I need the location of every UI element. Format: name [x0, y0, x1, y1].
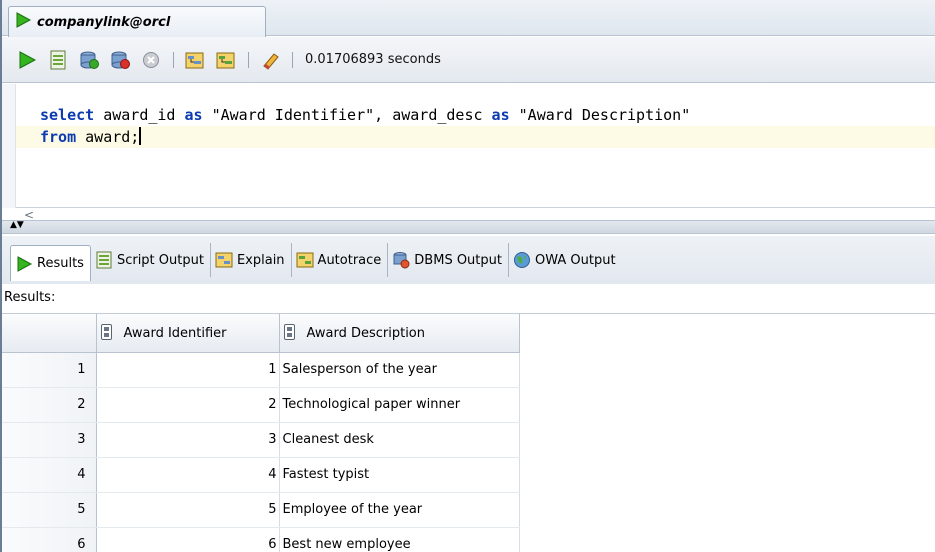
worksheet-toolbar: 0.01706893 seconds: [2, 37, 935, 83]
code-text: award;: [76, 128, 140, 146]
award-id-cell[interactable]: 4: [96, 457, 280, 493]
code-text: "Award Description": [509, 106, 691, 124]
code-line-1: select award_id as "Award Identifier", a…: [16, 104, 935, 126]
run-statement-button[interactable]: [16, 49, 38, 71]
worksheet-tab-label: companylink@orcl: [37, 14, 171, 30]
tab-explain[interactable]: Explain: [211, 243, 292, 277]
table-row[interactable]: 2 2 Technological paper winner: [2, 387, 520, 423]
play-icon: [19, 50, 37, 69]
editor-gutter: [2, 84, 16, 208]
code-text: "Award Identifier", award_desc: [202, 106, 492, 124]
explain-plan-button[interactable]: [184, 49, 206, 71]
code-line-2: from award;: [16, 126, 935, 148]
award-id-cell[interactable]: 5: [96, 492, 280, 528]
table-row[interactable]: 6 6 Best new employee: [2, 527, 520, 552]
tab-label: Script Output: [116, 252, 204, 268]
sql-worksheet-window: companylink@orcl 0.01706893 seconds sele…: [0, 0, 935, 552]
autotrace-button[interactable]: [215, 49, 237, 71]
keyword: from: [40, 128, 77, 146]
code-text: award_id: [94, 106, 185, 124]
script-icon: [95, 251, 113, 269]
clear-button[interactable]: [259, 49, 281, 71]
tab-dbms-output[interactable]: DBMS Output: [388, 243, 509, 277]
toolbar-separator: [173, 51, 174, 68]
tab-autotrace[interactable]: Autotrace: [292, 243, 389, 277]
text-caret: [139, 127, 142, 145]
row-number: 6: [2, 527, 97, 552]
sql-editor[interactable]: select award_id as "Award Identifier", a…: [2, 84, 935, 208]
worksheet-tab[interactable]: companylink@orcl: [8, 6, 266, 37]
column-header-label: Award Description: [306, 326, 426, 342]
result-tabs: Results Script Output Explain Autotrace …: [2, 236, 935, 284]
pane-splitter[interactable]: ▲▼: [2, 220, 935, 234]
cancel-button[interactable]: [140, 49, 162, 71]
eraser-icon: [263, 52, 279, 70]
splitter-arrows-icon[interactable]: ▲▼: [10, 221, 24, 230]
keyword: select: [40, 106, 95, 124]
tab-script-output[interactable]: Script Output: [91, 243, 211, 277]
award-desc-cell[interactable]: Fastest typist: [279, 457, 520, 493]
results-grid[interactable]: Award Identifier Award Description 1 1 S…: [2, 313, 935, 552]
rollback-icon: [111, 51, 130, 69]
table-row[interactable]: 3 3 Cleanest desk: [2, 422, 520, 458]
cancel-icon: [143, 51, 159, 68]
script-icon: [50, 50, 66, 69]
award-desc-cell[interactable]: Technological paper winner: [279, 387, 520, 423]
editor-tab-strip: companylink@orcl: [2, 0, 935, 37]
award-id-cell[interactable]: 2: [96, 387, 280, 423]
column-header-label: Award Identifier: [123, 326, 227, 342]
row-number: 5: [2, 492, 97, 528]
toolbar-separator: [248, 51, 249, 68]
explain-plan-icon: [215, 251, 233, 269]
commit-icon: [80, 51, 99, 69]
row-number-header: [2, 314, 97, 353]
table-row[interactable]: 4 4 Fastest typist: [2, 457, 520, 493]
rollback-button[interactable]: [109, 49, 131, 71]
row-number: 3: [2, 422, 97, 458]
sort-icon: [100, 324, 112, 341]
results-table: Award Identifier Award Description 1 1 S…: [2, 314, 520, 552]
play-icon: [15, 255, 33, 273]
award-desc-cell[interactable]: Salesperson of the year: [279, 352, 520, 388]
autotrace-icon: [216, 52, 235, 68]
row-number: 2: [2, 387, 97, 423]
table-row[interactable]: 5 5 Employee of the year: [2, 492, 520, 528]
tab-label: Explain: [236, 252, 285, 268]
award-desc-cell[interactable]: Employee of the year: [279, 492, 520, 528]
tab-label: Autotrace: [317, 252, 382, 268]
explain-plan-icon: [185, 52, 204, 68]
table-row[interactable]: 1 1 Salesperson of the year: [2, 352, 520, 388]
dbms-output-icon: [392, 251, 410, 269]
sort-icon: [283, 324, 295, 341]
tab-results[interactable]: Results: [10, 245, 91, 281]
play-icon: [14, 11, 32, 33]
tab-label: OWA Output: [534, 252, 616, 268]
award-id-cell[interactable]: 3: [96, 422, 280, 458]
autotrace-icon: [296, 251, 314, 269]
globe-icon: [513, 251, 531, 269]
column-header[interactable]: Award Identifier: [96, 314, 280, 353]
award-desc-cell[interactable]: Cleanest desk: [279, 422, 520, 458]
award-id-cell[interactable]: 6: [96, 527, 280, 552]
row-number: 4: [2, 457, 97, 493]
column-header[interactable]: Award Description: [279, 314, 520, 353]
keyword: as: [491, 106, 510, 124]
tab-label: Results: [37, 256, 84, 271]
award-id-cell[interactable]: 1: [96, 352, 280, 388]
award-desc-cell[interactable]: Best new employee: [279, 527, 520, 552]
tab-owa-output[interactable]: OWA Output: [509, 243, 622, 277]
execution-time: 0.01706893 seconds: [305, 52, 441, 67]
toolbar-separator: [292, 51, 293, 68]
keyword: as: [184, 106, 203, 124]
header-row: Award Identifier Award Description: [2, 314, 520, 353]
run-script-button[interactable]: [47, 49, 69, 71]
tab-label: DBMS Output: [414, 252, 502, 268]
commit-button[interactable]: [78, 49, 100, 71]
results-caption: Results:: [4, 290, 56, 305]
row-number: 1: [2, 352, 97, 388]
